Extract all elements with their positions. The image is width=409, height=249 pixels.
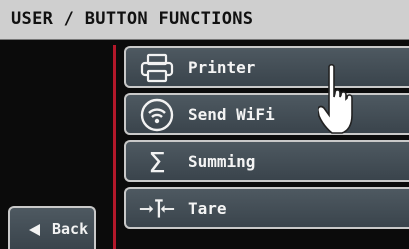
summing-button[interactable]: Σ Summing — [124, 140, 409, 182]
accent-divider — [113, 45, 116, 249]
title-bar: USER / BUTTON FUNCTIONS — [0, 0, 409, 40]
arrow-left-icon — [26, 222, 42, 242]
hand-pointer-icon — [317, 63, 354, 145]
svg-text:Σ: Σ — [148, 147, 166, 177]
send-wifi-label: Send WiFi — [188, 105, 275, 124]
tare-label: Tare — [188, 199, 227, 218]
send-wifi-button[interactable]: Send WiFi — [124, 93, 409, 135]
wifi-icon — [138, 98, 176, 132]
tare-icon — [138, 194, 176, 224]
printer-label: Printer — [188, 58, 256, 77]
summing-label: Summing — [188, 152, 256, 171]
back-button[interactable]: Back — [8, 206, 96, 249]
printer-icon — [138, 53, 176, 83]
printer-button[interactable]: Printer — [124, 46, 409, 88]
tare-button[interactable]: Tare — [124, 187, 409, 229]
sigma-icon: Σ — [138, 147, 176, 177]
back-label: Back — [52, 220, 89, 238]
page-title: USER / BUTTON FUNCTIONS — [11, 9, 254, 29]
